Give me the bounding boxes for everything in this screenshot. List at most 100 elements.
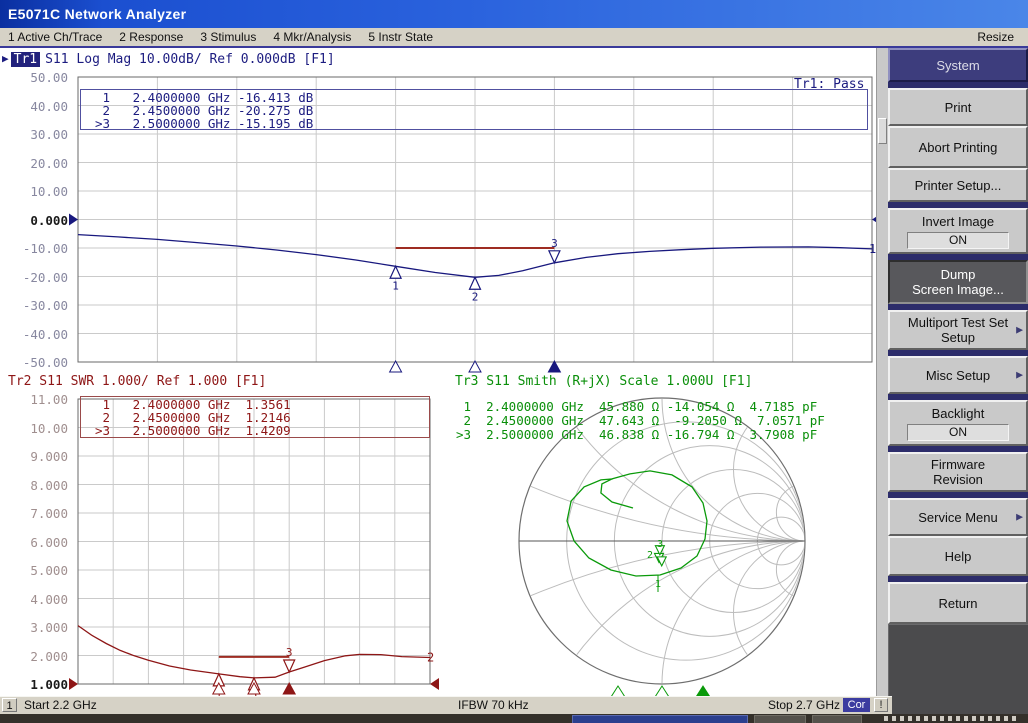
resize-button[interactable]: Resize — [977, 30, 1014, 44]
tr1-params: S11 Log Mag 10.00dB/ Ref 0.000dB [F1] — [45, 52, 335, 67]
tr1-axis-label: 0.000 — [4, 213, 68, 228]
softkey-backlight[interactable]: BacklightON — [888, 400, 1028, 446]
marker-number: 3 — [657, 539, 663, 550]
tr3-marker-table: 1 2.4000000 GHz 45.880 Ω -14.054 Ω 4.718… — [456, 400, 825, 442]
sweep-start-readout: Start 2.2 GHz — [24, 698, 97, 712]
menu-item-5[interactable]: 5 Instr State — [368, 30, 433, 44]
channel-indicator: 1 — [2, 698, 17, 712]
menu-item-1[interactable]: 1 Active Ch/Trace — [8, 30, 102, 44]
softkey-return[interactable]: Return — [888, 582, 1028, 624]
instrument-window: E5071C Network Analyzer 1 Active Ch/Trac… — [0, 0, 1028, 723]
tr2-axis-label: 3.000 — [4, 620, 68, 635]
submenu-arrow-icon: ▶ — [1016, 368, 1023, 383]
taskbar-button-fragment[interactable] — [572, 715, 748, 723]
marker-3[interactable]: 3 — [549, 237, 560, 263]
tr1-axis-label: -30.00 — [4, 298, 68, 313]
softkey-menu: System PrintAbort Printing Printer Setup..… — [888, 48, 1028, 696]
tr2-axis-label: 7.000 — [4, 506, 68, 521]
marker-number: 2 — [472, 290, 479, 303]
tr2-axis-label: 2.000 — [4, 649, 68, 664]
smith-x-arc — [662, 541, 876, 696]
submenu-arrow-icon: ▶ — [1016, 323, 1023, 338]
softkey-abort-printing[interactable]: Abort Printing — [888, 126, 1028, 168]
taskbar-button-fragment[interactable] — [754, 715, 806, 723]
tr2-plot: 1232 — [69, 399, 439, 696]
tr2-axis-label: 10.00 — [4, 421, 68, 436]
marker-triangle — [470, 277, 481, 289]
softkey-system[interactable]: System — [888, 48, 1028, 82]
taskbar-strip — [0, 714, 1028, 723]
softkey-label: Invert Image — [922, 214, 994, 229]
tr1-axis-label: -20.00 — [4, 270, 68, 285]
marker-1[interactable]: 1 — [390, 266, 401, 292]
softkey-label: Backlight — [932, 406, 985, 421]
tr1-badge[interactable]: Tr1 — [11, 52, 40, 67]
marker-2[interactable]: 2 — [470, 277, 481, 303]
marker-3[interactable]: 3 — [284, 646, 295, 672]
menu-item-2[interactable]: 2 Response — [119, 30, 183, 44]
trace-edge-number: 2 — [427, 650, 434, 664]
softkey-help[interactable]: Help — [888, 536, 1028, 576]
tr1-marker-table: 1 2.4000000 GHz -16.413 dB 2 2.4500000 G… — [80, 89, 868, 130]
softkey-label: System — [936, 58, 979, 73]
correction-badge: Cor — [843, 698, 870, 712]
softkey-label: Multiport Test Set — [908, 315, 1008, 330]
smith-x-arc — [734, 541, 877, 684]
marker-number: 2 — [647, 550, 653, 561]
tr2-axis-label: 9.000 — [4, 449, 68, 464]
scrollbar-thumb[interactable] — [878, 118, 887, 144]
softkey-label: Printer Setup... — [915, 178, 1002, 193]
menubar: 1 Active Ch/Trace 2 Response 3 Stimulus 4 M… — [0, 28, 1028, 48]
smith-x-arc — [662, 255, 876, 541]
ref-level-marker-right — [430, 678, 439, 690]
marker-stimulus-indicator — [611, 686, 625, 696]
ifbw-readout: IFBW 70 kHz — [458, 698, 529, 712]
softkey-service-menu[interactable]: Service Menu▶ — [888, 498, 1028, 536]
warning-badge[interactable]: ! — [874, 698, 888, 712]
menu-item-3[interactable]: 3 Stimulus — [200, 30, 256, 44]
statusbar: 1 Start 2.2 GHz IFBW 70 kHz Stop 2.7 GHz… — [0, 696, 892, 714]
tr2-axis-label: 8.000 — [4, 478, 68, 493]
marker-triangle — [390, 266, 401, 278]
tr2-axis-label: 11.00 — [4, 392, 68, 407]
tr2-axis-label: 4.000 — [4, 592, 68, 607]
sweep-stop-readout: Stop 2.7 GHz — [768, 698, 840, 712]
marker-number: 3 — [551, 237, 558, 250]
menu-items: 1 Active Ch/Trace 2 Response 3 Stimulus 4 M… — [0, 30, 433, 44]
softkey-firmware-revision[interactable]: FirmwareRevision — [888, 452, 1028, 492]
marker-number: 3 — [286, 646, 293, 659]
tr1-axis-label: 40.00 — [4, 99, 68, 114]
softkey-printer-setup[interactable]: Printer Setup... — [888, 168, 1028, 202]
marker-stimulus-indicator — [696, 686, 710, 696]
softkey-label: Misc Setup — [926, 368, 990, 383]
taskbar-clock-fragment — [884, 716, 1016, 721]
tr2-marker-table: 1 2.4000000 GHz 1.3561 2 2.4500000 GHz 1… — [80, 396, 430, 438]
taskbar-button-fragment[interactable] — [812, 715, 862, 723]
tr3-title: Tr3 S11 Smith (R+jX) Scale 1.000U [F1] — [455, 374, 752, 389]
tr1-axis-label: 10.00 — [4, 184, 68, 199]
softkey-dump-screen-image[interactable]: DumpScreen Image... — [888, 260, 1028, 304]
trace-edge-number: 1 — [869, 242, 876, 256]
softkey-print[interactable]: Print — [888, 88, 1028, 126]
softkey-label: Return — [938, 596, 977, 611]
marker-triangle — [549, 251, 560, 263]
marker-stimulus-indicator — [469, 361, 481, 372]
tr1-axis-label: 50.00 — [4, 70, 68, 85]
softkey-label: Service Menu — [918, 510, 997, 525]
display-area: 12311232321 ▶Tr1S11 Log Mag 10.00dB/ Ref… — [0, 48, 876, 696]
softkey-label: Screen Image... — [912, 282, 1004, 297]
softkey-label: Help — [945, 549, 972, 564]
tr1-title: ▶Tr1S11 Log Mag 10.00dB/ Ref 0.000dB [F1… — [2, 52, 335, 67]
smith-x-arc — [519, 541, 876, 696]
softkey-invert-image[interactable]: Invert ImageON — [888, 208, 1028, 254]
measurement-plots: 12311232321 — [0, 48, 876, 696]
marker-stimulus-indicator — [390, 361, 402, 372]
tr1-axis-label: -10.00 — [4, 241, 68, 256]
tr1-axis-label: 30.00 — [4, 127, 68, 142]
menu-item-4[interactable]: 4 Mkr/Analysis — [273, 30, 351, 44]
softkey-multiport-test-set-setup[interactable]: Multiport Test SetSetup▶ — [888, 310, 1028, 350]
softkey-scrollbar[interactable] — [876, 48, 888, 696]
softkey-empty-panel — [888, 624, 1028, 696]
softkey-misc-setup[interactable]: Misc Setup ▶ — [888, 356, 1028, 394]
window-titlebar: E5071C Network Analyzer — [0, 0, 1028, 28]
